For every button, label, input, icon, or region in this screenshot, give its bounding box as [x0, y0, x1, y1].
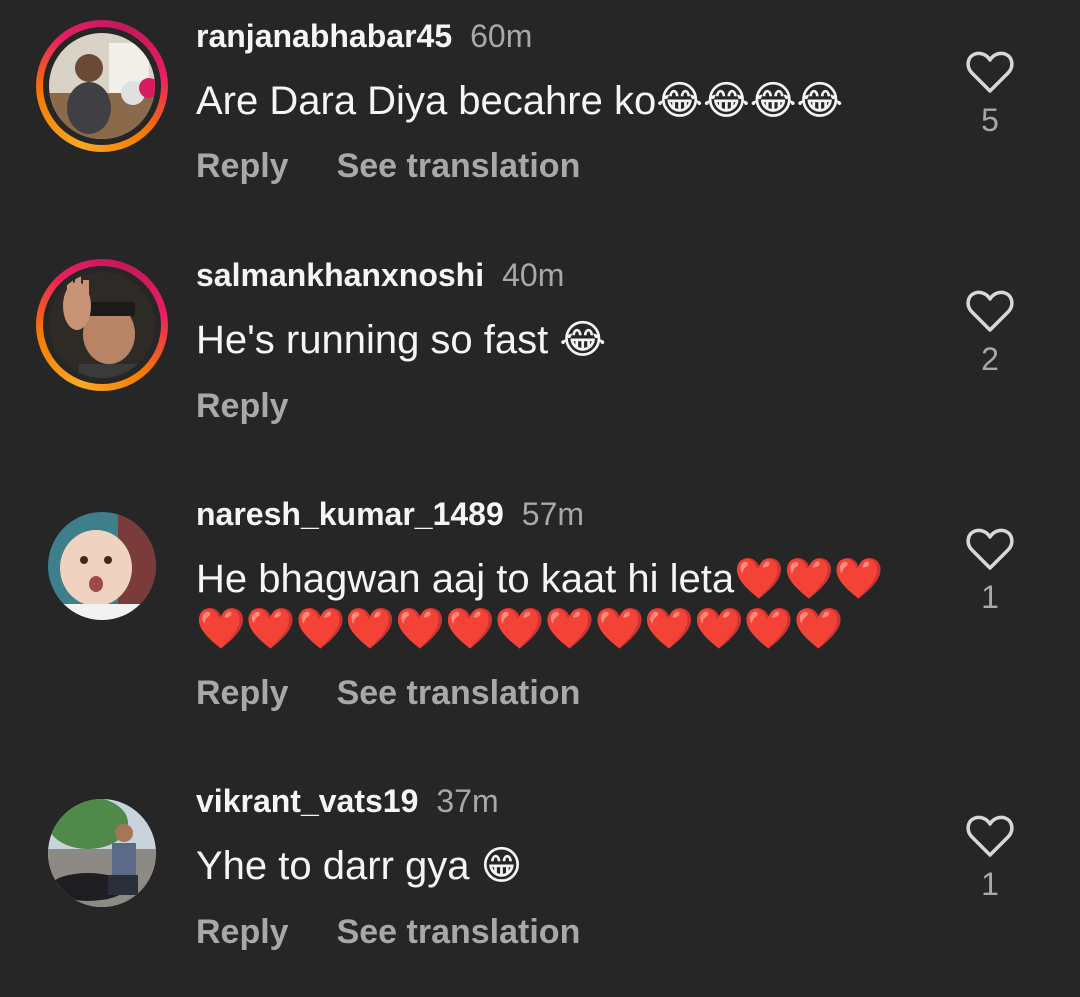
username[interactable]: salmankhanxnoshi: [196, 257, 484, 293]
comment-actions: Reply See translation: [196, 912, 580, 952]
avatar[interactable]: [48, 512, 156, 620]
comment-text: He's running so fast 😂: [196, 318, 607, 362]
heart-outline-icon[interactable]: [966, 289, 1014, 333]
see-translation-button[interactable]: See translation: [337, 912, 581, 952]
avatar[interactable]: [48, 799, 156, 907]
see-translation-button[interactable]: See translation: [337, 673, 581, 713]
see-translation-button[interactable]: See translation: [337, 146, 581, 186]
reply-button[interactable]: Reply: [196, 386, 289, 426]
like-count: 1: [981, 866, 999, 902]
like-button[interactable]: 2: [962, 289, 1018, 377]
comment-actions: Reply See translation: [196, 146, 580, 186]
avatar[interactable]: [49, 272, 155, 378]
comment-text: He bhagwan aaj to kaat hi leta❤️❤️❤️❤️❤️…: [196, 557, 884, 651]
comment-meta: naresh_kumar_1489 57m: [196, 494, 584, 534]
timestamp: 57m: [521, 496, 585, 532]
heart-outline-icon[interactable]: [966, 527, 1014, 571]
heart-outline-icon[interactable]: [966, 50, 1014, 94]
heart-outline-icon[interactable]: [966, 814, 1014, 858]
reply-button[interactable]: Reply: [196, 673, 289, 713]
reply-button[interactable]: Reply: [196, 146, 289, 186]
reply-button[interactable]: Reply: [196, 912, 289, 952]
username[interactable]: naresh_kumar_1489: [196, 496, 504, 532]
timestamp: 37m: [436, 783, 499, 819]
like-button[interactable]: 1: [962, 814, 1018, 902]
like-count: 1: [981, 579, 999, 615]
comment-actions: Reply See translation: [196, 673, 580, 713]
timestamp: 60m: [470, 18, 533, 54]
username[interactable]: vikrant_vats19: [196, 783, 418, 819]
story-ring[interactable]: [36, 259, 168, 391]
comment-meta: vikrant_vats19 37m: [196, 781, 499, 821]
comment-meta: salmankhanxnoshi 40m: [196, 255, 564, 295]
username[interactable]: ranjanabhabar45: [196, 18, 452, 54]
like-count: 2: [981, 341, 999, 377]
avatar[interactable]: [49, 33, 155, 139]
comment-text: Yhe to darr gya 😁: [196, 844, 523, 888]
like-button[interactable]: 1: [962, 527, 1018, 615]
story-ring[interactable]: [36, 20, 168, 152]
comment-text: Are Dara Diya becahre ko😂😂😂😂: [196, 79, 844, 123]
timestamp: 40m: [502, 257, 565, 293]
comment-meta: ranjanabhabar45 60m: [196, 16, 532, 56]
comment-actions: Reply: [196, 386, 337, 426]
like-count: 5: [981, 102, 999, 138]
like-button[interactable]: 5: [962, 50, 1018, 138]
